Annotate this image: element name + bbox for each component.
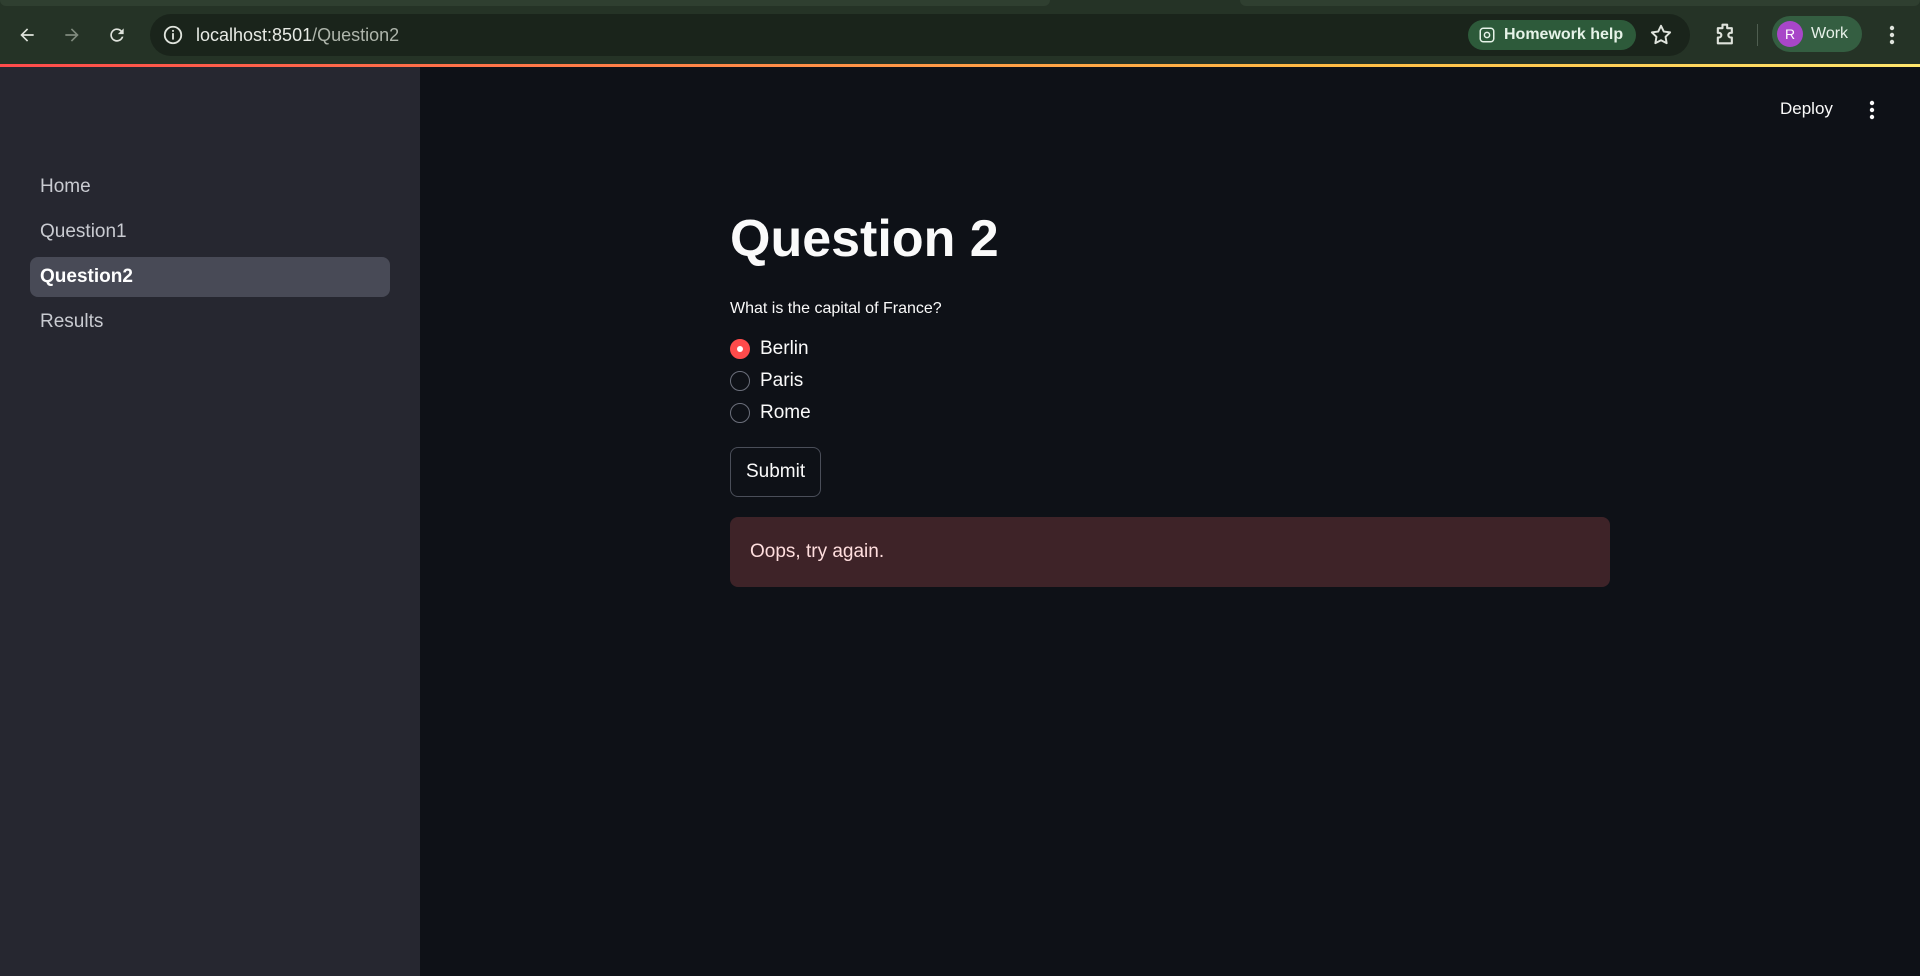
toolbar-divider bbox=[1757, 24, 1758, 46]
homework-help-label: Homework help bbox=[1504, 26, 1624, 43]
more-options-icon[interactable] bbox=[1862, 97, 1882, 123]
radio-label: Paris bbox=[760, 370, 804, 391]
sidebar-item-results[interactable]: Results bbox=[30, 302, 390, 342]
profile-button[interactable]: R Work bbox=[1772, 16, 1863, 52]
profile-name: Work bbox=[1811, 25, 1849, 42]
answer-radio-group: Berlin Paris Rome bbox=[730, 333, 811, 429]
back-button[interactable] bbox=[10, 18, 44, 52]
radio-button[interactable] bbox=[730, 403, 750, 423]
reload-button[interactable] bbox=[100, 18, 134, 52]
radio-option-berlin[interactable]: Berlin bbox=[730, 333, 811, 365]
address-bar[interactable]: localhost:8501/Question2 bbox=[150, 14, 1690, 56]
browser-toolbar: localhost:8501/Question2 Homework help R… bbox=[0, 0, 1920, 66]
url-text[interactable]: localhost:8501/Question2 bbox=[196, 25, 399, 46]
url-host: localhost:8501 bbox=[196, 25, 313, 45]
radio-button[interactable] bbox=[730, 339, 750, 359]
reload-icon bbox=[110, 28, 124, 42]
homework-help-chip[interactable]: Homework help bbox=[1468, 20, 1637, 50]
sidebar-item-label: Results bbox=[40, 311, 104, 332]
sidebar-nav: Home Question1 Question2 Results bbox=[30, 167, 390, 347]
sidebar-item-question1[interactable]: Question1 bbox=[30, 212, 390, 252]
radio-label: Rome bbox=[760, 402, 811, 423]
main-content: Deploy Question 2 What is the capital of… bbox=[420, 67, 1920, 976]
question-text: What is the capital of France? bbox=[730, 300, 942, 317]
back-icon bbox=[20, 28, 34, 42]
alert-text: Oops, try again. bbox=[750, 541, 885, 562]
page-title: Question 2 bbox=[730, 210, 999, 268]
forward-icon bbox=[65, 28, 79, 42]
radio-option-rome[interactable]: Rome bbox=[730, 397, 811, 429]
sidebar-item-label: Question2 bbox=[40, 266, 133, 287]
sidebar-item-home[interactable]: Home bbox=[30, 167, 390, 207]
avatar: R bbox=[1777, 21, 1803, 47]
sidebar: Home Question1 Question2 Results bbox=[0, 67, 420, 976]
sidebar-item-label: Question1 bbox=[40, 221, 127, 242]
lens-icon bbox=[1479, 27, 1495, 43]
menu-icon[interactable] bbox=[1882, 22, 1902, 48]
radio-label: Berlin bbox=[760, 338, 809, 359]
radio-button[interactable] bbox=[730, 371, 750, 391]
extensions-icon[interactable] bbox=[1712, 20, 1740, 48]
submit-button[interactable]: Submit bbox=[730, 447, 822, 497]
radio-option-paris[interactable]: Paris bbox=[730, 365, 811, 397]
deploy-button[interactable]: Deploy bbox=[1780, 99, 1833, 119]
url-path: /Question2 bbox=[312, 25, 400, 45]
sidebar-item-question2[interactable]: Question2 bbox=[30, 257, 390, 297]
info-icon[interactable] bbox=[162, 24, 184, 46]
error-alert: Oops, try again. bbox=[730, 517, 1610, 587]
tab-strip-edge bbox=[0, 0, 1050, 6]
sidebar-item-label: Home bbox=[40, 176, 91, 197]
star-icon[interactable] bbox=[1648, 22, 1674, 48]
tab-strip-edge bbox=[1240, 0, 1920, 6]
forward-button[interactable] bbox=[55, 18, 89, 52]
